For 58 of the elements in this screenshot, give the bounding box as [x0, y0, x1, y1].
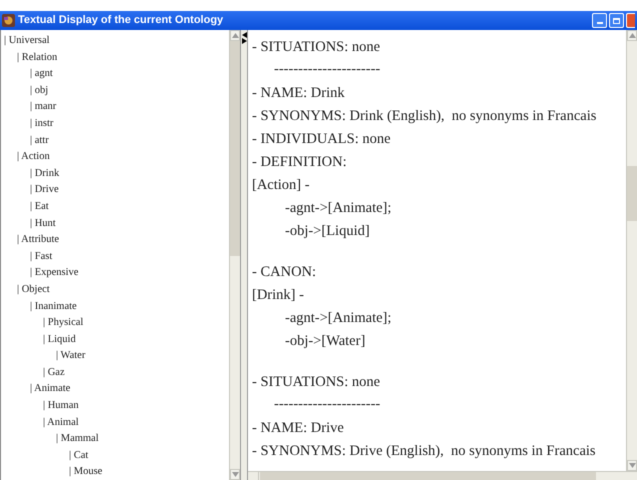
text-line: -obj->[Water] — [285, 333, 366, 349]
text-line: - SYNONYMS: Drive (English), no synonyms in Francais — [252, 443, 596, 459]
text-line: - SYNONYMS: Drink (English), no synonyms in Francais — [252, 108, 596, 124]
tree-item[interactable]: | attr — [30, 134, 49, 146]
tree-item[interactable]: | Cat — [69, 450, 88, 461]
tree-item[interactable]: | Universal — [4, 35, 50, 46]
horizontal-scrollbar[interactable] — [248, 471, 637, 480]
minimize-button[interactable] — [592, 13, 607, 28]
tree-item[interactable]: | Animal — [43, 416, 79, 428]
separator-line: ---------------------- — [274, 396, 380, 412]
text-line: - NAME: Drink — [252, 85, 345, 101]
tree-item[interactable]: | Gaz — [43, 366, 65, 378]
tree-item[interactable]: | Human — [43, 400, 79, 412]
separator-line: ---------------------- — [274, 61, 380, 77]
tree-item[interactable]: | Expensive — [30, 267, 78, 278]
maximize-button[interactable] — [609, 13, 624, 28]
tree-item[interactable]: | Attribute — [17, 234, 60, 246]
app-icon — [2, 14, 15, 27]
tree-item[interactable]: | Eat — [30, 200, 49, 212]
scrollbar[interactable] — [229, 30, 240, 480]
text-line: - NAME: Drive — [252, 420, 344, 436]
text-line: - DEFINITION: — [252, 154, 347, 170]
tree-item[interactable]: | Drive — [30, 184, 59, 196]
text-line: [Action] - — [252, 177, 310, 193]
tree-item[interactable]: | Physical — [43, 317, 84, 328]
text-line: - SITUATIONS: none — [252, 374, 380, 390]
tree-item[interactable]: | Relation — [17, 52, 58, 63]
scroll-down-icon[interactable] — [230, 469, 240, 480]
tree-item[interactable]: | manr — [30, 101, 56, 112]
text-line: -agnt->[Animate]; — [285, 310, 392, 326]
scroll-up-icon[interactable] — [627, 30, 637, 41]
tree-item[interactable]: | Action — [17, 151, 50, 162]
text-line: -agnt->[Animate]; — [285, 200, 392, 216]
window-title: Textual Display of the current Ontology — [18, 13, 224, 28]
close-button[interactable] — [626, 13, 635, 28]
tree-item[interactable]: | Fast — [30, 250, 52, 262]
tree-item[interactable]: | Mammal — [56, 433, 99, 444]
tree-item[interactable]: | Drink — [30, 168, 60, 179]
scroll-down-icon[interactable] — [627, 460, 637, 471]
tree-item[interactable]: | instr — [30, 118, 54, 129]
text-line: - CANON: — [252, 264, 316, 280]
scrollbar[interactable] — [626, 30, 637, 471]
splitter-arrows-icon[interactable] — [242, 32, 246, 44]
text-line: - INDIVIDUALS: none — [252, 131, 391, 147]
text-line: [Drink] - — [252, 287, 304, 303]
tree-item[interactable]: | Liquid — [43, 334, 76, 345]
scroll-thumb[interactable] — [627, 166, 637, 221]
tree-item[interactable]: | Hunt — [30, 218, 56, 229]
tree-item[interactable]: | agnt — [30, 68, 53, 80]
tree-item[interactable]: | Object — [17, 284, 50, 295]
tree-item[interactable]: | obj — [30, 84, 48, 96]
tree-item[interactable]: | Animate — [30, 383, 70, 394]
text-line: - SITUATIONS: none — [252, 39, 380, 55]
tree-item[interactable]: | Inanimate — [30, 300, 77, 312]
tree-item[interactable]: | Water — [56, 350, 86, 362]
scroll-thumb[interactable] — [230, 41, 240, 256]
text-line: -obj->[Liquid] — [285, 223, 370, 239]
tree-item[interactable]: | Mouse — [69, 466, 102, 478]
